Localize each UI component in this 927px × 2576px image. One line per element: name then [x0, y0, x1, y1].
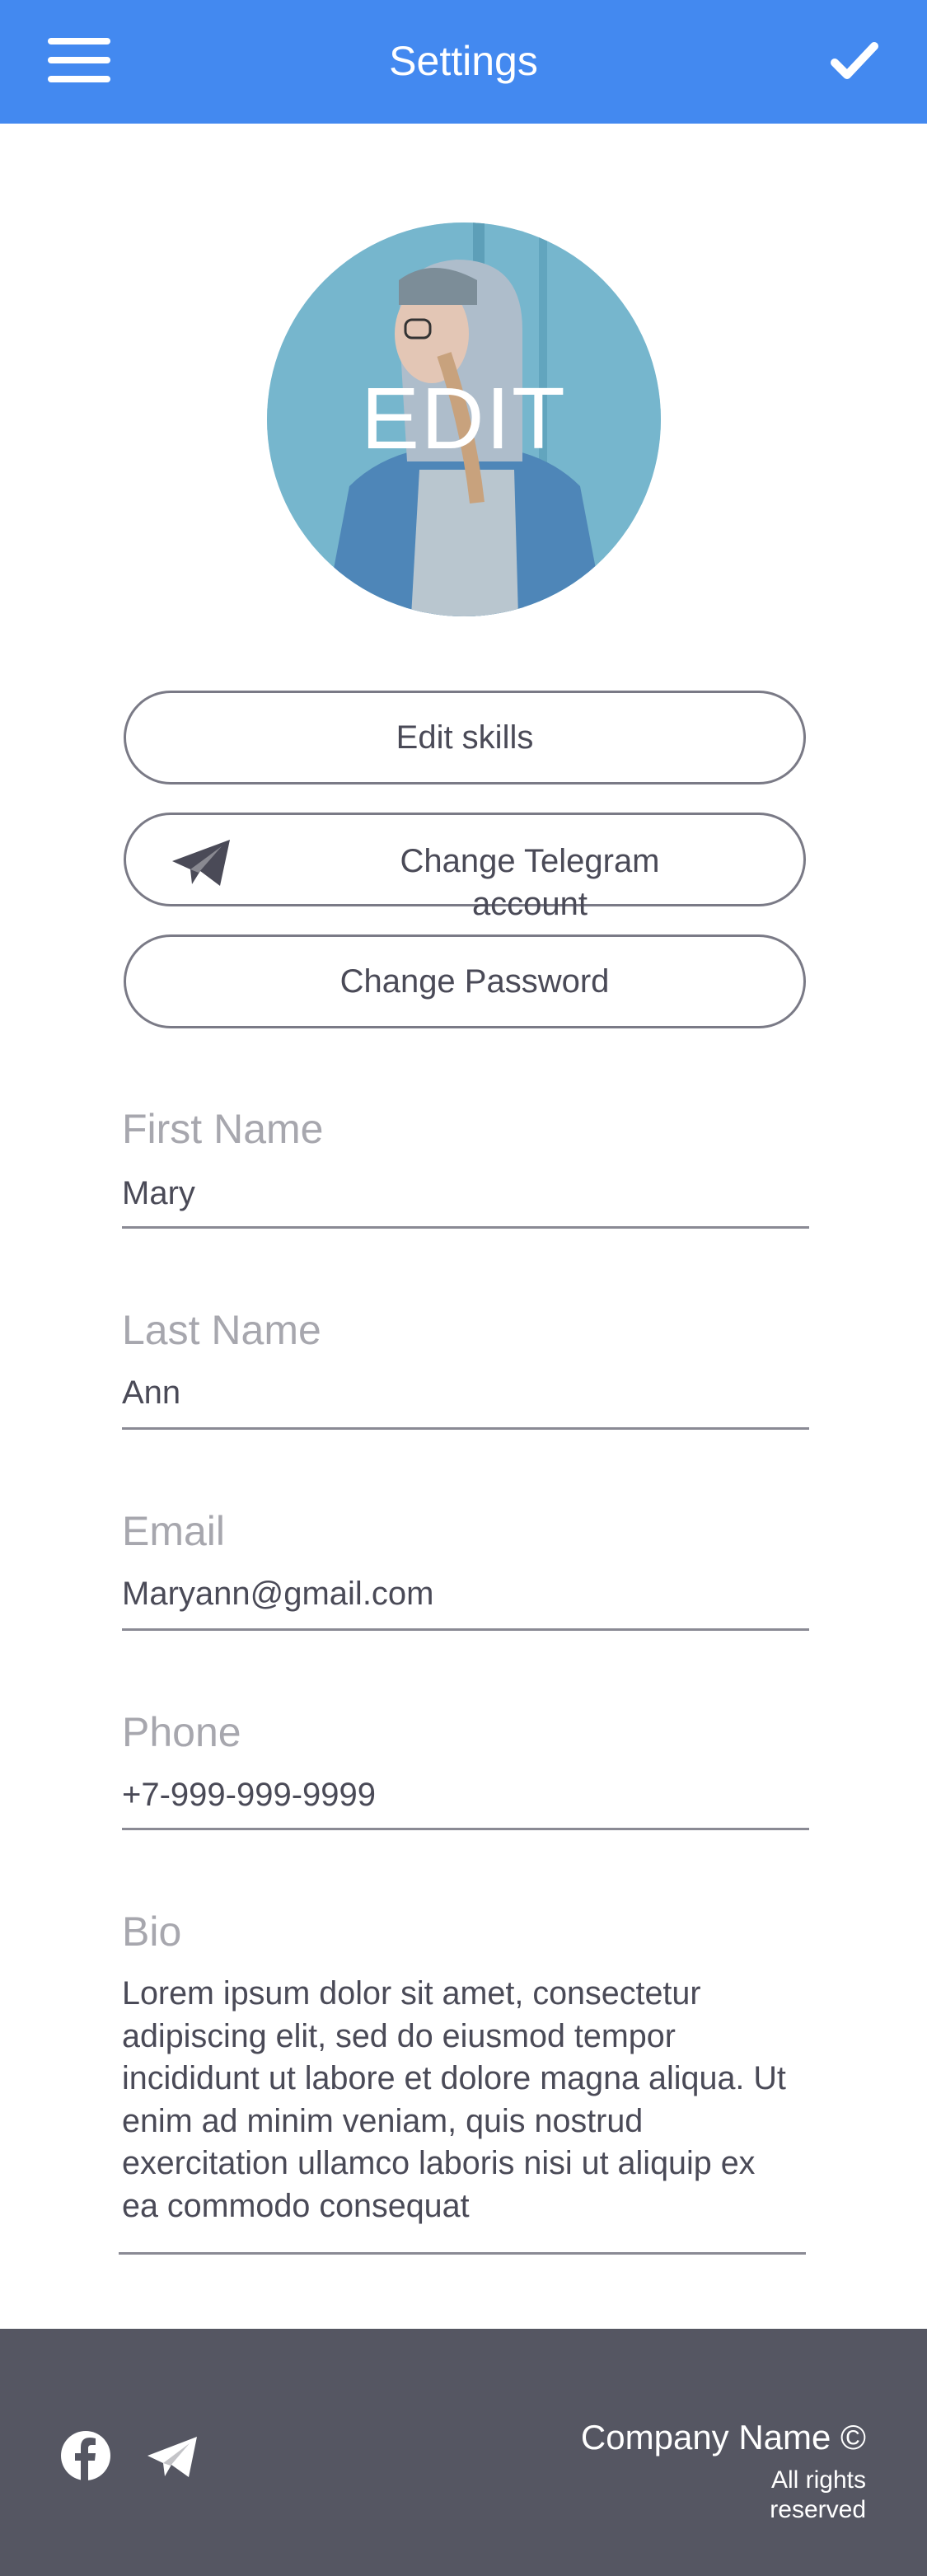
bio-underline	[119, 2252, 806, 2255]
telegram-icon[interactable]	[147, 2436, 198, 2479]
edit-skills-label: Edit skills	[396, 719, 534, 756]
email-label: Email	[122, 1508, 226, 1554]
facebook-icon[interactable]	[61, 2431, 110, 2480]
edit-skills-button[interactable]: Edit skills	[124, 691, 806, 785]
change-telegram-label: Change Telegram account	[400, 843, 660, 922]
phone-underline	[122, 1828, 809, 1830]
email-underline	[122, 1628, 809, 1631]
bio-field[interactable]: Lorem ipsum dolor sit amet, consectetur …	[122, 1973, 791, 2227]
rights-text: All rights reserved	[770, 2466, 866, 2523]
change-telegram-button[interactable]: Change Telegram account	[124, 813, 806, 922]
phone-label: Phone	[122, 1709, 241, 1755]
first-name-label: First Name	[122, 1106, 324, 1152]
last-name-label: Last Name	[122, 1307, 321, 1353]
checkmark-icon[interactable]	[831, 41, 878, 81]
phone-field[interactable]: +7-999-999-9999	[122, 1773, 808, 1816]
company-name: Company Name ©	[580, 2418, 866, 2457]
first-name-field[interactable]: Mary	[122, 1172, 808, 1215]
last-name-field[interactable]: Ann	[122, 1371, 808, 1414]
change-password-button[interactable]: Change Password	[124, 934, 806, 1028]
avatar-edit-label: EDIT	[361, 370, 567, 467]
bio-label: Bio	[122, 1909, 182, 1955]
last-name-underline	[122, 1427, 809, 1430]
first-name-underline	[122, 1226, 809, 1229]
page-title: Settings	[389, 38, 538, 84]
change-password-label: Change Password	[339, 963, 610, 1000]
app-header: Settings	[0, 0, 927, 124]
telegram-icon	[172, 840, 230, 886]
avatar-edit-button[interactable]: EDIT	[267, 222, 661, 616]
email-field[interactable]: Maryann@gmail.com	[122, 1572, 808, 1615]
